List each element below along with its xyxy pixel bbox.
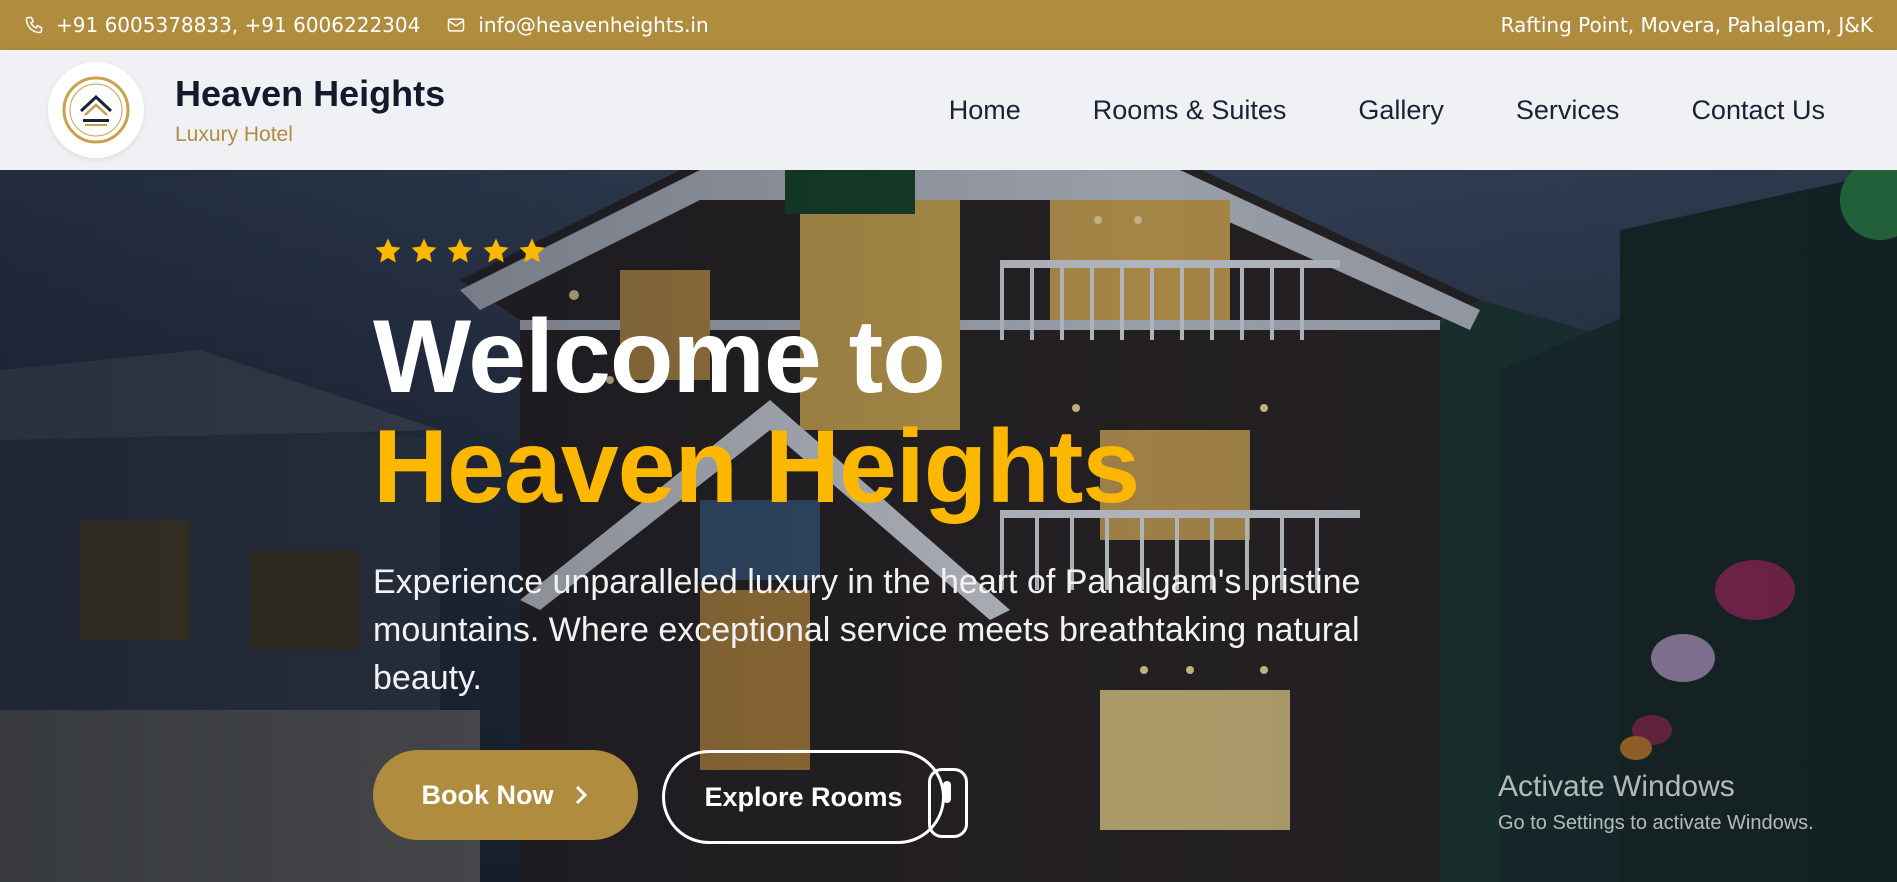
star-icon (375, 238, 401, 263)
nav-rooms-suites[interactable]: Rooms & Suites (1093, 95, 1287, 126)
star-icon (483, 238, 509, 263)
hero-section: Welcome to Heaven Heights Experience unp… (0, 170, 1897, 882)
brand-tagline: Luxury Hotel (175, 123, 293, 146)
site-header: Heaven Heights Luxury Hotel Home Rooms &… (0, 50, 1897, 170)
nav-services[interactable]: Services (1516, 95, 1620, 126)
hero-heading-line1: Welcome to (373, 299, 946, 415)
email-contact[interactable]: info@heavenheights.in (446, 13, 709, 37)
phone-icon (25, 16, 43, 34)
star-icon (411, 238, 437, 263)
windows-activation-watermark: Activate Windows Go to Settings to activ… (1498, 770, 1814, 835)
explore-rooms-label: Explore Rooms (704, 781, 903, 812)
nav-contact-us[interactable]: Contact Us (1691, 95, 1825, 126)
scroll-indicator-dot (943, 781, 951, 803)
hero-heading-line2: Heaven Heights (373, 409, 1140, 525)
hotel-logo[interactable] (48, 62, 144, 158)
activation-title: Activate Windows (1498, 770, 1735, 803)
scroll-indicator[interactable] (928, 768, 968, 838)
mail-icon (448, 18, 465, 32)
address: Rafting Point, Movera, Pahalgam, J&K (1501, 13, 1873, 37)
explore-rooms-button[interactable]: Explore Rooms (662, 750, 945, 844)
nav-home[interactable]: Home (949, 95, 1021, 126)
activation-subtitle: Go to Settings to activate Windows. (1498, 812, 1814, 834)
hero-description: Experience unparalleled luxury in the he… (373, 563, 1361, 697)
phone-numbers: +91 6005378833, +91 6006222304 (56, 13, 421, 37)
nav-gallery[interactable]: Gallery (1358, 95, 1444, 126)
star-icon (447, 238, 473, 263)
hotel-logo-emblem (62, 76, 130, 144)
phone-contact[interactable]: +91 6005378833, +91 6006222304 (24, 13, 420, 37)
top-info-bar: +91 6005378833, +91 6006222304 info@heav… (0, 0, 1897, 50)
brand-name[interactable]: Heaven Heights (175, 73, 445, 115)
star-icon (519, 238, 545, 263)
book-now-label: Book Now (421, 779, 554, 810)
address-text: Rafting Point, Movera, Pahalgam, J&K (1500, 13, 1873, 37)
main-nav: Home Rooms & Suites Gallery Services Con… (949, 95, 1825, 126)
rating-stars (373, 236, 547, 266)
chevron-right-icon (575, 785, 587, 805)
email-address: info@heavenheights.in (478, 13, 709, 37)
brand: Heaven Heights Luxury Hotel (175, 73, 445, 147)
book-now-button[interactable]: Book Now (373, 750, 638, 840)
